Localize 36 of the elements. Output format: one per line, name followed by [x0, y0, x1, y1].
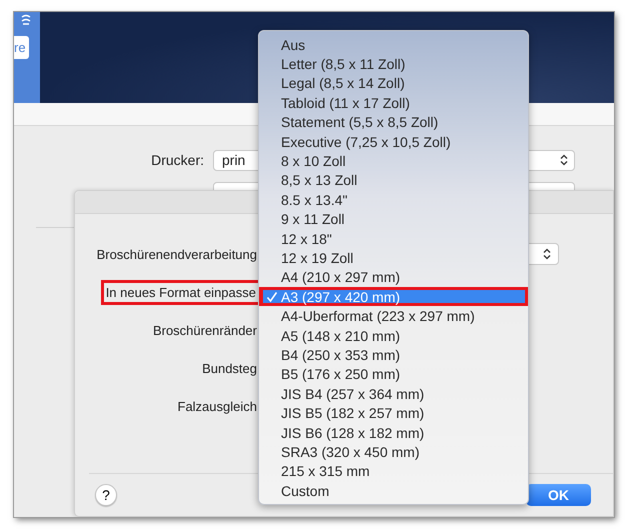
menu-item[interactable]: Tabloid (11 x 17 Zoll) [259, 93, 528, 113]
popup-value: prin [222, 152, 246, 168]
menu-item[interactable]: JIS B5 (182 x 257 mm) [259, 403, 528, 423]
menu-item[interactable]: A4 (210 x 297 mm) [259, 268, 528, 288]
menu-item[interactable]: 9 x 11 Zoll [259, 210, 528, 229]
setting-label: In neues Format einpasse [100, 280, 261, 304]
chevron-icon [560, 154, 568, 166]
menu-item[interactable]: JIS B4 (257 x 364 mm) [259, 384, 528, 404]
menu-item[interactable]: 8 x 10 Zoll [259, 151, 528, 171]
setting-label: Broschürenendverarbeitung [96, 246, 257, 262]
menu-item[interactable]: 8.5 x 13.4" [259, 190, 528, 210]
menu-item[interactable]: Custom [259, 480, 528, 500]
menu-item[interactable]: Letter (8,5 x 11 Zoll) [259, 54, 528, 74]
help-button[interactable]: ? [95, 484, 117, 506]
menu-item[interactable]: Executive (7,25 x 10,5 Zoll) [259, 132, 528, 152]
setting-label: Bundsteg [202, 360, 257, 376]
checkmark-icon [266, 290, 278, 303]
menu-item[interactable]: 8,5 x 13 Zoll [259, 170, 528, 190]
menu-item[interactable]: Legal (8,5 x 14 Zoll) [259, 74, 528, 94]
menu-item[interactable]: 12 x 18" [259, 228, 528, 248]
menu-item[interactable]: A4-Uberformat (223 x 297 mm) [259, 306, 528, 326]
setting-label: Falzausgleich [178, 398, 257, 414]
side-button[interactable]: re [14, 36, 29, 59]
menu-item[interactable]: A5 (148 x 210 mm) [259, 326, 528, 346]
menu-item[interactable]: SRA3 (320 x 450 mm) [259, 442, 528, 462]
menu-item[interactable]: JIS B6 (128 x 182 mm) [259, 422, 528, 442]
field-label: Drucker: [150, 152, 204, 168]
menu-item[interactable]: Aus [259, 35, 528, 54]
chevron-icon [543, 248, 551, 260]
menu-item[interactable]: 215 x 315 mm [259, 462, 528, 481]
menu-item[interactable]: B5 (176 x 250 mm) [259, 364, 528, 384]
menu-item[interactable]: B4 (250 x 353 mm) [259, 345, 528, 365]
menu-item[interactable]: 12 x 19 Zoll [259, 248, 528, 268]
menu-item[interactable]: Statement (5,5 x 8,5 Zoll) [259, 112, 528, 132]
setting-label: Broschürenränder [152, 322, 257, 338]
menu-item[interactable]: A3 (297 x 420 mm) [259, 287, 528, 306]
